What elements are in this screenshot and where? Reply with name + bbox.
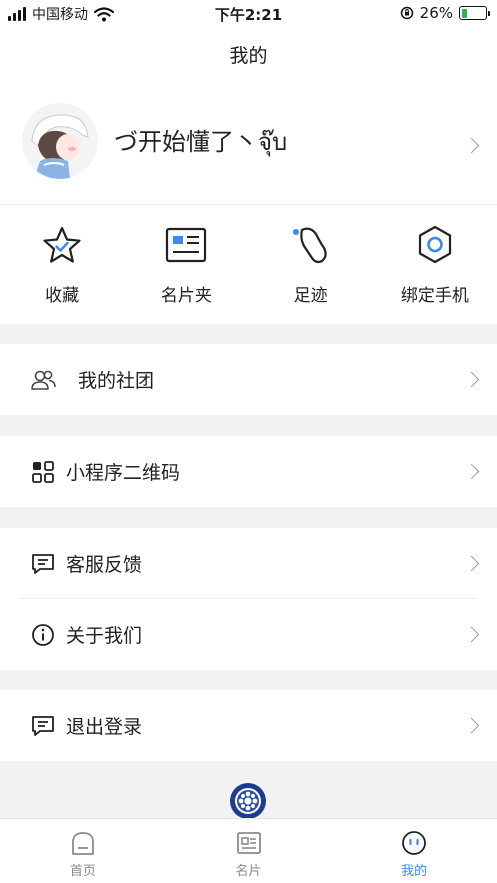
message-icon — [32, 554, 54, 574]
footprint-icon — [289, 223, 333, 267]
home-icon — [71, 832, 94, 855]
menu-item-logout[interactable]: 退出登录 — [0, 690, 497, 761]
quick-actions: 收藏 名片夹 足迹 绑定手机 — [0, 205, 497, 324]
chevron-right-icon — [463, 717, 480, 734]
menu-label: 我的社团 — [78, 370, 155, 392]
info-icon — [32, 624, 54, 646]
quick-action-label: 足迹 — [293, 286, 328, 306]
quick-action-footprint[interactable]: 足迹 — [249, 205, 373, 324]
menu-item-about[interactable]: 关于我们 — [0, 599, 497, 670]
chevron-right-icon — [463, 626, 480, 643]
menu-label: 小程序二维码 — [66, 462, 181, 484]
quick-action-card-holder[interactable]: 名片夹 — [124, 205, 248, 324]
tab-bar: 首页 名片 我的 — [0, 818, 497, 883]
menu-label: 关于我们 — [66, 625, 143, 647]
card-icon — [236, 832, 261, 854]
quick-action-label: 名片夹 — [160, 286, 212, 306]
tab-label: 我的 — [401, 864, 428, 879]
quick-action-label: 绑定手机 — [400, 286, 469, 306]
battery-icon — [459, 6, 490, 20]
quick-action-label: 收藏 — [45, 286, 80, 306]
users-icon — [31, 370, 56, 390]
orientation-lock-icon — [400, 6, 413, 20]
hexagon-icon — [413, 223, 457, 267]
quick-action-favorites[interactable]: 收藏 — [0, 205, 124, 324]
username: づ开始懂了丶จุ๊บ — [114, 128, 288, 156]
status-bar: 中国移动 下午2:21 26% — [0, 0, 497, 28]
card-holder-icon — [164, 223, 208, 267]
profile-card[interactable]: づ开始懂了丶จุ๊บ — [0, 84, 497, 205]
chevron-right-icon — [463, 137, 480, 154]
menu-item-qrcode[interactable]: 小程序二维码 — [0, 436, 497, 507]
tab-label: 首页 — [69, 864, 96, 879]
menu-item-my-clubs[interactable]: 我的社团 — [0, 344, 497, 415]
profile-face-icon — [402, 831, 427, 855]
chevron-right-icon — [463, 555, 480, 572]
menu-label: 退出登录 — [66, 716, 143, 738]
tab-home[interactable]: 首页 — [0, 819, 166, 883]
battery-percent: 26% — [419, 4, 453, 22]
tab-mine[interactable]: 我的 — [331, 819, 497, 883]
tab-card[interactable]: 名片 — [166, 819, 332, 883]
chevron-right-icon — [463, 371, 480, 388]
quick-action-bind-phone[interactable]: 绑定手机 — [373, 205, 497, 324]
school-emblem-logo — [230, 783, 266, 819]
menu-item-feedback[interactable]: 客服反馈 — [0, 528, 497, 599]
tab-label: 名片 — [235, 864, 262, 879]
star-icon — [40, 223, 84, 267]
page-title: 我的 — [0, 28, 497, 84]
chevron-right-icon — [463, 463, 480, 480]
message-icon — [32, 716, 54, 736]
menu-label: 客服反馈 — [66, 554, 143, 576]
grid-icon — [32, 461, 54, 483]
avatar[interactable] — [22, 103, 98, 179]
